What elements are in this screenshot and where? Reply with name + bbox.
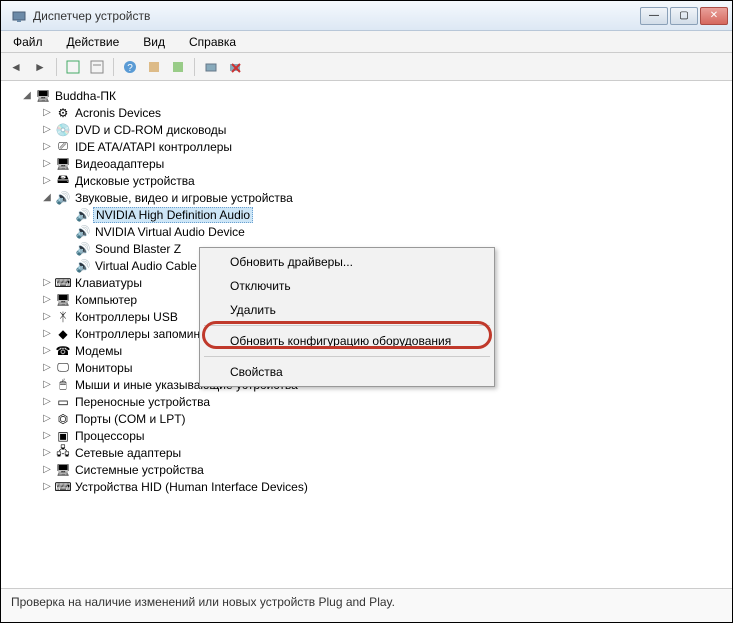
- titlebar[interactable]: Диспетчер устройств — ▢ ✕: [1, 1, 732, 31]
- context-menu: Обновить драйверы... Отключить Удалить О…: [199, 247, 495, 387]
- svg-text:?: ?: [127, 63, 133, 74]
- expand-icon[interactable]: ▷: [41, 311, 53, 322]
- tree-node[interactable]: ▷⚙Acronis Devices: [3, 104, 730, 121]
- window-controls: — ▢ ✕: [640, 7, 728, 25]
- toolbar-btn-3[interactable]: [143, 56, 165, 78]
- sound-icon: 🔊: [75, 258, 91, 274]
- menu-action[interactable]: Действие: [61, 33, 126, 51]
- hid-icon: ⌨: [55, 479, 71, 495]
- sound-icon: 🔊: [75, 224, 91, 240]
- expand-icon[interactable]: ▷: [41, 175, 53, 186]
- tree-node[interactable]: ▷💿DVD и CD-ROM дисководы: [3, 121, 730, 138]
- scan-icon[interactable]: [200, 56, 222, 78]
- tree-node[interactable]: ▷▣Процессоры: [3, 427, 730, 444]
- menu-file[interactable]: Файл: [7, 33, 49, 51]
- expand-icon[interactable]: ▷: [41, 158, 53, 169]
- sound-icon: 🔊: [75, 207, 91, 223]
- expand-icon[interactable]: ▷: [41, 328, 53, 339]
- uninstall-icon[interactable]: [224, 56, 246, 78]
- menu-help[interactable]: Справка: [183, 33, 242, 51]
- close-button[interactable]: ✕: [700, 7, 728, 25]
- menubar: Файл Действие Вид Справка: [1, 31, 732, 53]
- cm-separator: [204, 325, 490, 326]
- tree-node-audio[interactable]: ◢🔊Звуковые, видео и игровые устройства: [3, 189, 730, 206]
- menu-view[interactable]: Вид: [137, 33, 171, 51]
- cm-remove[interactable]: Удалить: [202, 298, 492, 322]
- expand-icon[interactable]: ▷: [41, 107, 53, 118]
- mouse-icon: 🖱: [55, 377, 71, 393]
- expand-icon[interactable]: ▷: [41, 379, 53, 390]
- ide-icon: ⎚: [55, 139, 71, 155]
- computer-icon: 🖥: [55, 292, 71, 308]
- expand-icon[interactable]: ▷: [41, 430, 53, 441]
- cm-update-drivers[interactable]: Обновить драйверы...: [202, 250, 492, 274]
- disk-icon: 🖴: [55, 173, 71, 189]
- help-icon[interactable]: ?: [119, 56, 141, 78]
- statusbar: Проверка на наличие изменений или новых …: [1, 588, 732, 622]
- disc-icon: 💿: [55, 122, 71, 138]
- expand-icon[interactable]: ▷: [41, 413, 53, 424]
- portable-icon: ▭: [55, 394, 71, 410]
- sound-icon: 🔊: [55, 190, 71, 206]
- status-text: Проверка на наличие изменений или новых …: [11, 595, 395, 609]
- expand-icon[interactable]: ▷: [41, 464, 53, 475]
- expand-icon[interactable]: ▷: [41, 277, 53, 288]
- tree-node[interactable]: ▷🖥Видеоадаптеры: [3, 155, 730, 172]
- toolbar-btn-1[interactable]: [62, 56, 84, 78]
- tree-root[interactable]: ◢ 🖥 Buddha-ПК: [3, 87, 730, 104]
- port-icon: ⏣: [55, 411, 71, 427]
- tree-node[interactable]: ▷▭Переносные устройства: [3, 393, 730, 410]
- collapse-icon[interactable]: ◢: [21, 90, 33, 101]
- sound-icon: 🔊: [75, 241, 91, 257]
- tree-node[interactable]: ▷⏣Порты (COM и LPT): [3, 410, 730, 427]
- toolbar-btn-2[interactable]: [86, 56, 108, 78]
- expand-icon[interactable]: ▷: [41, 481, 53, 492]
- window-title: Диспетчер устройств: [33, 9, 640, 23]
- storage-icon: ◆: [55, 326, 71, 342]
- expand-icon[interactable]: ▷: [41, 447, 53, 458]
- tree-node[interactable]: ▷🖥Системные устройства: [3, 461, 730, 478]
- back-button[interactable]: ◄: [5, 56, 27, 78]
- tree-leaf-selected[interactable]: 🔊NVIDIA High Definition Audio: [3, 206, 730, 223]
- toolbar-btn-4[interactable]: [167, 56, 189, 78]
- expand-icon[interactable]: ▷: [41, 124, 53, 135]
- app-icon: [11, 8, 27, 24]
- cm-properties[interactable]: Свойства: [202, 360, 492, 384]
- cm-scan-hardware[interactable]: Обновить конфигурацию оборудования: [202, 329, 492, 353]
- tree-node[interactable]: ▷🖧Сетевые адаптеры: [3, 444, 730, 461]
- keyboard-icon: ⌨: [55, 275, 71, 291]
- device-icon: ⚙: [55, 105, 71, 121]
- cm-disable[interactable]: Отключить: [202, 274, 492, 298]
- expand-icon[interactable]: ▷: [41, 396, 53, 407]
- modem-icon: ☎: [55, 343, 71, 359]
- root-label: Buddha-ПК: [53, 89, 118, 103]
- expand-icon[interactable]: ▷: [41, 345, 53, 356]
- monitor-icon: 🖵: [55, 360, 71, 376]
- expand-icon[interactable]: ▷: [41, 141, 53, 152]
- tree-node[interactable]: ▷⎚IDE ATA/ATAPI контроллеры: [3, 138, 730, 155]
- computer-icon: 🖥: [35, 88, 51, 104]
- forward-button[interactable]: ►: [29, 56, 51, 78]
- tree-node[interactable]: ▷🖴Дисковые устройства: [3, 172, 730, 189]
- system-icon: 🖥: [55, 462, 71, 478]
- maximize-button[interactable]: ▢: [670, 7, 698, 25]
- toolbar: ◄ ► ?: [1, 53, 732, 81]
- expand-icon[interactable]: ▷: [41, 294, 53, 305]
- cm-separator: [204, 356, 490, 357]
- tree-leaf[interactable]: 🔊NVIDIA Virtual Audio Device: [3, 223, 730, 240]
- usb-icon: ᛡ: [55, 309, 71, 325]
- tree-node[interactable]: ▷⌨Устройства HID (Human Interface Device…: [3, 478, 730, 495]
- expand-icon[interactable]: ▷: [41, 362, 53, 373]
- network-icon: 🖧: [55, 445, 71, 461]
- minimize-button[interactable]: —: [640, 7, 668, 25]
- collapse-icon[interactable]: ◢: [41, 192, 53, 203]
